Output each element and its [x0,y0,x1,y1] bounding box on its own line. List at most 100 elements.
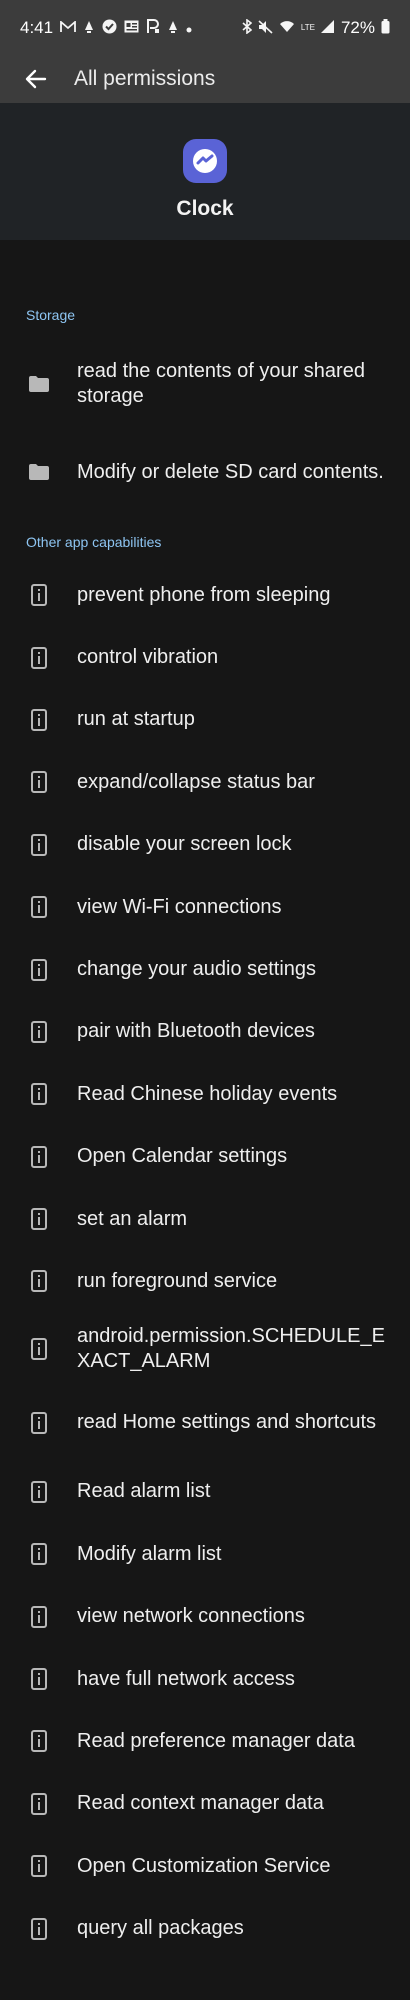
p-icon [146,19,160,36]
phone-info-icon [28,958,50,981]
list-item[interactable]: Open Calendar settings [0,1126,410,1188]
list-item[interactable]: Open Customization Service [0,1835,410,1897]
permission-label: control vibration [77,646,219,669]
mail-icon [60,19,76,35]
permission-label: run at startup [77,708,195,731]
list-item[interactable]: prevent phone from sleeping [0,564,410,626]
permission-label: Open Customization Service [77,1854,331,1877]
permission-label: Read context manager data [77,1792,324,1815]
list-item[interactable]: Read alarm list [0,1461,410,1523]
phone-info-icon [28,771,50,794]
folder-icon [28,376,50,392]
status-bar: 4:41 LTE 72% [0,0,410,55]
permission-label: expand/collapse status bar [77,770,315,793]
phone-info-icon [28,1730,50,1753]
permission-label: set an alarm [77,1207,188,1230]
list-item[interactable]: android.permission.SCHEDULE_EXACT_ALARM [0,1313,410,1385]
status-right: LTE 72% [242,18,390,38]
permission-label: run foreground service [77,1269,278,1292]
phone-info-icon [28,1411,50,1434]
signal-icon [320,20,335,35]
permission-label: Open Calendar settings [77,1145,288,1168]
phone-info-icon [28,1020,50,1043]
battery-percent: 72% [340,17,375,37]
phone-info-icon [28,1480,50,1503]
app-bar: All permissions [0,55,410,103]
phone-info-icon [28,1083,50,1106]
status-left: 4:41 [20,18,192,38]
permission-label: prevent phone from sleeping [77,583,331,606]
list-item[interactable]: control vibration [0,626,410,688]
phone-info-icon [28,708,50,731]
phone-info-icon [28,1145,50,1168]
phone-info-icon [28,584,50,607]
list-item[interactable]: Modify alarm list [0,1523,410,1585]
permission-label: have full network access [77,1667,295,1690]
phone-info-icon [28,896,50,919]
phone-info-icon [28,1855,50,1878]
permission-label: Modify or delete SD card contents. [77,460,384,483]
list-item[interactable]: run foreground service [0,1250,410,1312]
back-button[interactable] [20,63,52,95]
list-item[interactable]: have full network access [0,1648,410,1710]
news-icon [124,20,139,35]
dot-icon [186,21,192,35]
phone-info-icon [28,646,50,669]
lte-icon: LTE [301,23,315,32]
phone-info-icon [28,1543,50,1566]
clock-app-icon [183,139,227,183]
permissions-list: Storage read the contents of your shared… [0,240,410,2000]
permission-label: android.permission.SCHEDULE_EXACT_ALARM [77,1324,385,1372]
folder-icon [28,464,50,480]
permission-label: view Wi-Fi connections [77,895,282,918]
phone-info-icon [28,833,50,856]
section-header-other: Other app capabilities [26,534,162,550]
phone-info-icon [28,1208,50,1231]
list-item[interactable]: set an alarm [0,1188,410,1250]
list-item[interactable]: view Wi-Fi connections [0,876,410,938]
list-item[interactable]: Modify or delete SD card contents. [0,436,410,508]
app-name: Clock [176,197,234,220]
list-item[interactable]: view network connections [0,1585,410,1647]
phone-info-icon [28,1917,50,1940]
list-item[interactable]: read the contents of your shared storage [0,348,410,420]
phone-info-icon [28,1792,50,1815]
permission-label: change your audio settings [77,958,317,981]
permission-label: Read alarm list [77,1480,211,1503]
battery-icon [381,19,390,36]
permission-label: read Home settings and shortcuts [77,1411,377,1434]
permission-label: view network connections [77,1605,305,1628]
permission-label: query all packages [77,1917,244,1940]
permission-label: read the contents of your shared storage [77,360,365,407]
bluetooth-icon [242,18,253,36]
list-item[interactable]: Read context manager data [0,1773,410,1835]
status-time: 4:41 [20,17,54,37]
list-item[interactable]: expand/collapse status bar [0,751,410,813]
app-header: Clock [0,103,410,240]
list-item[interactable]: change your audio settings [0,938,410,1000]
list-item[interactable]: query all packages [0,1897,410,1959]
page-title: All permissions [74,67,216,90]
list-item[interactable]: read Home settings and shortcuts [0,1387,410,1459]
section-header-storage: Storage [26,307,76,323]
check-icon [102,19,117,36]
mute-icon [258,19,273,36]
list-item[interactable]: pair with Bluetooth devices [0,1001,410,1063]
list-item[interactable]: Read preference manager data [0,1710,410,1772]
phone-info-icon [28,1605,50,1628]
permission-label: Modify alarm list [77,1542,222,1565]
permission-label: pair with Bluetooth devices [77,1020,315,1043]
lte-label: LTE [300,23,315,32]
arrow-left-icon [25,69,47,89]
phone-info-icon [28,1668,50,1691]
capabilities-list: prevent phone from sleeping control vibra… [0,564,410,1960]
list-item[interactable]: disable your screen lock [0,814,410,876]
phone-info-icon [28,1337,50,1360]
list-item[interactable]: run at startup [0,689,410,751]
list-item[interactable]: Read Chinese holiday events [0,1063,410,1125]
